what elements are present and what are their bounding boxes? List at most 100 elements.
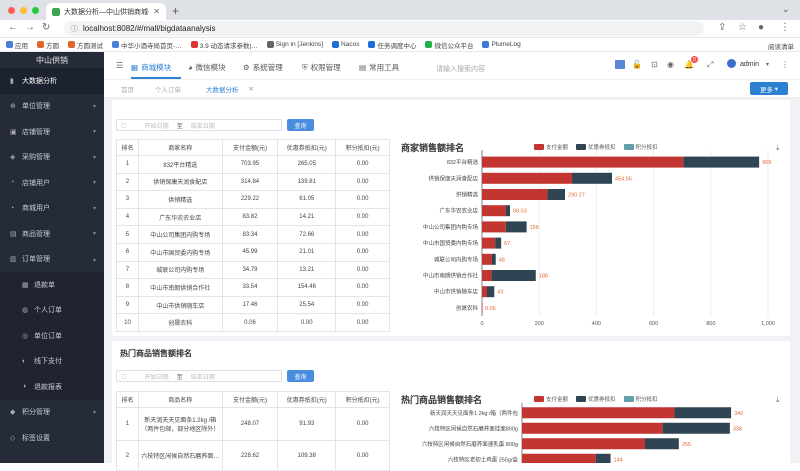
maximize-window-button[interactable] — [32, 7, 39, 14]
sidebar-item[interactable]: ◆ 积分管理 ▾ — [0, 400, 104, 426]
table-row[interactable]: 5 中山公司集团内购专场 83.34 72.66 0.00 — [116, 225, 390, 244]
table-row[interactable]: 9 中山市供销随车店 17.46 25.54 0.00 — [116, 295, 390, 315]
header-menu-item[interactable]: ⚙ 系统管理 — [243, 62, 283, 73]
sidebar-item[interactable]: ▤ 商品管理 ▾ — [0, 221, 104, 247]
tab-personal-orders[interactable]: 个人订单 — [150, 83, 186, 94]
bookmark-icon — [332, 41, 340, 48]
sidebar-item-label: 退款单 — [34, 281, 55, 289]
bar-segment — [572, 172, 613, 184]
bookmark-item[interactable]: 方圆测试 — [68, 40, 103, 50]
tab-home[interactable]: 首页 — [116, 83, 139, 94]
table-cell: 城联公司内购专场 — [137, 260, 223, 280]
search-input[interactable]: 请输入搜索内容 — [436, 64, 485, 74]
table-cell: 83.34 — [221, 225, 279, 244]
table-row[interactable]: 3 供销精选 229.22 61.05 0.00 — [116, 190, 390, 209]
profile-icon[interactable]: ● — [758, 22, 764, 33]
goods-icon: ▤ — [10, 230, 17, 238]
close-window-button[interactable] — [8, 7, 15, 14]
lock-icon[interactable]: 🔓 — [632, 60, 642, 69]
table-row[interactable]: 1 新天润天天见面条1.2kg /箱（两件包邮，部分地区除外） 248.07 91.9… — [116, 407, 390, 441]
table-row[interactable]: 1 832平台精选 703.95 265.05 0.00 — [116, 155, 390, 174]
sidebar-item[interactable]: ◔ 店铺用户 ▾ — [0, 170, 104, 196]
sidebar-item[interactable]: ▦ 退款单 — [0, 272, 104, 298]
screen-icon[interactable]: ⊡ — [651, 60, 658, 69]
bookmark-item[interactable]: 任务调度中心 — [368, 40, 416, 50]
table-row[interactable]: 6 中山市国贸委内购专场 45.99 21.01 0.00 — [116, 242, 390, 262]
bookmark-star-icon[interactable]: ☆ — [738, 22, 747, 33]
sidebar-item[interactable]: ▣ 店铺管理 ▾ — [0, 119, 104, 145]
table-row[interactable]: 8 中山市南朗供销合作社 33.54 154.46 0.00 — [116, 278, 390, 297]
tab-bigdata[interactable]: 大数据分析 ✕ — [201, 83, 259, 94]
back-icon[interactable]: ← — [8, 22, 18, 33]
bookmark-item[interactable]: 微信公众平台 — [425, 40, 473, 50]
table-row[interactable]: 2 六枝特区闲候自然石磨荞面… 228.62 109.38 0.00 — [116, 440, 390, 471]
browser-menu-icon[interactable]: ⋮ — [780, 22, 790, 33]
table-row[interactable]: 10 创晟农科 0.06 0.00 0.00 — [116, 313, 390, 332]
tab-search-icon[interactable]: ⌄ — [782, 4, 790, 15]
table-cell: 703.95 — [221, 155, 279, 174]
theme-icon[interactable] — [615, 60, 625, 69]
date-range-picker-2[interactable]: ▢ 开始日期 至 结束日期 — [116, 370, 282, 382]
sidebar-item[interactable]: ◔ 商城用户 ▾ — [0, 196, 104, 222]
table-row[interactable]: 7 城联公司内购专场 34.79 13.21 0.00 — [116, 260, 390, 280]
y-tick-label: 创晟农科 — [456, 304, 479, 312]
bookmark-item[interactable]: PlumeLog — [482, 41, 521, 48]
fullscreen-icon[interactable]: ⤢ — [707, 60, 713, 70]
data-label: 454.65 — [615, 176, 632, 182]
sidebar-item[interactable]: ◍ 个人订单 — [0, 297, 104, 323]
end-date: 结束日期 — [190, 123, 215, 130]
address-bar[interactable]: ⓘ localhost:8082/#/mall/bigdataanalysis — [64, 21, 704, 36]
pay-icon: ◐ — [22, 357, 27, 365]
close-tab-icon[interactable]: ✕ — [153, 7, 160, 16]
bookmark-item[interactable]: 应用 — [6, 40, 28, 50]
header-menu-item[interactable]: ◕ 微信模块 — [188, 62, 226, 73]
header-menu-item[interactable]: ▦ 商城模块 — [131, 62, 171, 73]
data-label: 188 — [539, 274, 548, 280]
sidebar-item[interactable]: ◇ 标签设置 — [0, 425, 104, 451]
query-button[interactable]: 查询 — [287, 119, 314, 131]
header-menu-item[interactable]: ⛨ 权限管理 — [302, 62, 341, 73]
reload-icon[interactable]: ↻ — [42, 22, 50, 33]
more-button[interactable]: 更多 ▾ — [750, 82, 788, 95]
new-tab-icon[interactable]: + — [172, 4, 179, 18]
y-tick-label: 城联公司内购专场 — [434, 255, 479, 263]
browser-tab[interactable]: 大数据分析—中山供销商城-管 ✕ — [46, 3, 166, 20]
legend-item[interactable]: 积分抵扣 — [623, 395, 658, 403]
bookmark-item[interactable]: Sign in [Jenkins] — [266, 41, 323, 48]
table-cell: 中山市供销随车店 — [137, 295, 223, 315]
close-tab-icon[interactable]: ✕ — [249, 85, 254, 93]
chevron-down-icon: ▴ — [92, 256, 96, 263]
table-row[interactable]: 4 广东华农农业店 83.82 14.21 0.00 — [116, 207, 390, 227]
bookmark-item[interactable]: 方圆 — [37, 40, 59, 50]
date-range-picker[interactable]: ▢ 开始日期 至 结束日期 — [116, 119, 282, 131]
sidebar-item[interactable]: ◐ 线下支付 — [0, 348, 104, 374]
sidebar-item[interactable]: ▥ 订单管理 ▴ — [0, 247, 104, 273]
forward-icon[interactable]: → — [25, 22, 35, 33]
sidebar-item[interactable]: ⊕ 单位管理 ▾ — [0, 94, 104, 120]
sidebar-item[interactable]: ◈ 采购管理 ▾ — [0, 145, 104, 171]
minimize-window-button[interactable] — [20, 7, 27, 14]
chevron-down-icon[interactable]: ▾ — [766, 61, 769, 68]
header-menu-item[interactable]: ▤ 常用工具 — [359, 62, 399, 73]
menu-toggle-icon[interactable]: ☰ — [116, 61, 123, 70]
bookmark-item[interactable]: 中华小酒寺局首页-… — [112, 40, 182, 50]
bookmark-item[interactable]: Nacos — [332, 41, 359, 48]
username[interactable]: admin — [740, 61, 759, 68]
sidebar-item[interactable]: ◑ 退款报表 — [0, 374, 104, 400]
sidebar-item[interactable]: ▮ 大数据分析 — [0, 68, 104, 94]
bookmark-item[interactable]: 3.9 动态请求参数|… — [190, 40, 258, 50]
avatar[interactable] — [727, 59, 736, 68]
sidebar-item-label: 商城用户 — [22, 205, 50, 213]
bookmark-label: 微信公众平台 — [434, 42, 474, 50]
eye-icon[interactable]: ◉ — [667, 60, 674, 69]
reading-list[interactable]: 阅读清单 — [768, 41, 794, 51]
date-separator: 至 — [176, 123, 183, 130]
legend-item[interactable]: 支付金额 — [534, 395, 568, 403]
query-button-2[interactable]: 查询 — [287, 370, 314, 382]
sidebar-item[interactable]: ◎ 单位订单 — [0, 323, 104, 349]
settings-dots-icon[interactable]: ⋮ — [781, 60, 789, 69]
share-icon[interactable]: ⇪ — [718, 22, 726, 33]
table-row[interactable]: 2 供销保康天润食配店 314.84 139.81 0.00 — [116, 172, 390, 192]
table-cell: 0.00 — [335, 260, 390, 280]
legend-item[interactable]: 优惠券抵扣 — [576, 395, 616, 403]
